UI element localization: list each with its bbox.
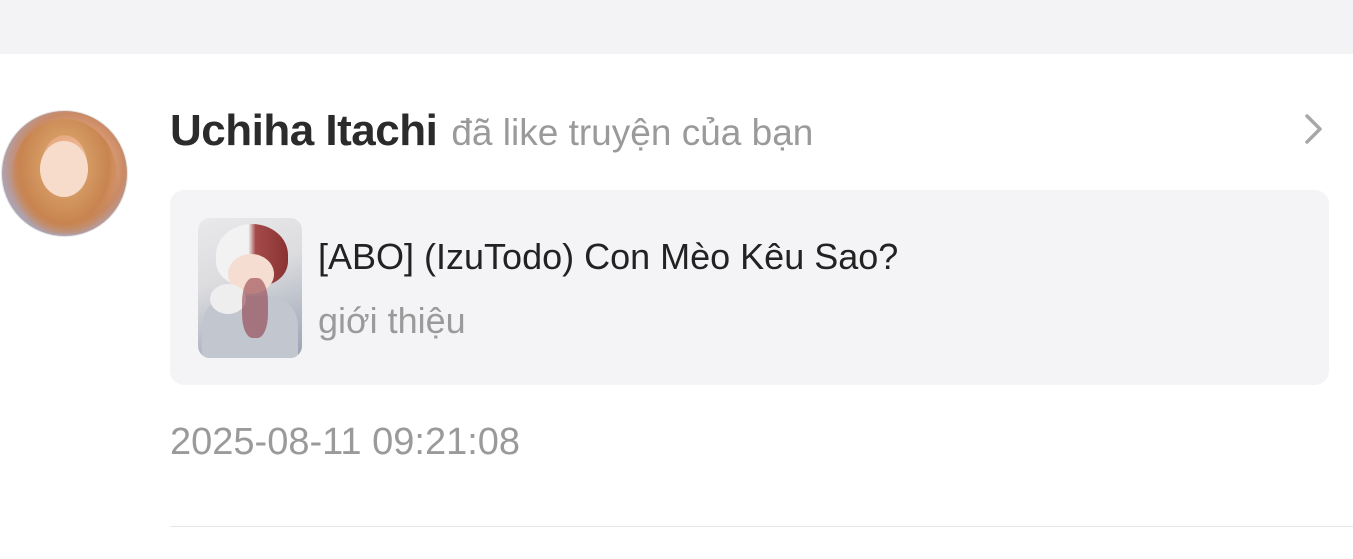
cover-accent xyxy=(242,278,268,338)
notification-headline: Uchiha Itachi đã like truyện của bạn xyxy=(170,106,813,156)
action-text: đã like truyện của bạn xyxy=(451,112,814,153)
user-name[interactable]: Uchiha Itachi xyxy=(170,106,438,156)
top-band xyxy=(0,0,1353,54)
notification-item[interactable]: Uchiha Itachi đã like truyện của bạn [AB… xyxy=(0,54,1353,559)
chevron-right-icon[interactable] xyxy=(1296,111,1332,147)
timestamp: 2025-08-11 09:21:08 xyxy=(170,421,521,463)
story-title[interactable]: [ABO] (IzuTodo) Con Mèo Kêu Sao? xyxy=(318,236,898,278)
user-avatar[interactable] xyxy=(1,110,128,237)
divider xyxy=(170,526,1353,527)
avatar-face xyxy=(40,141,88,197)
cover-cat xyxy=(210,284,246,314)
story-subtitle: giới thiệu xyxy=(318,300,466,341)
story-card[interactable]: [ABO] (IzuTodo) Con Mèo Kêu Sao? giới th… xyxy=(170,190,1329,385)
story-cover-image[interactable] xyxy=(198,218,302,358)
